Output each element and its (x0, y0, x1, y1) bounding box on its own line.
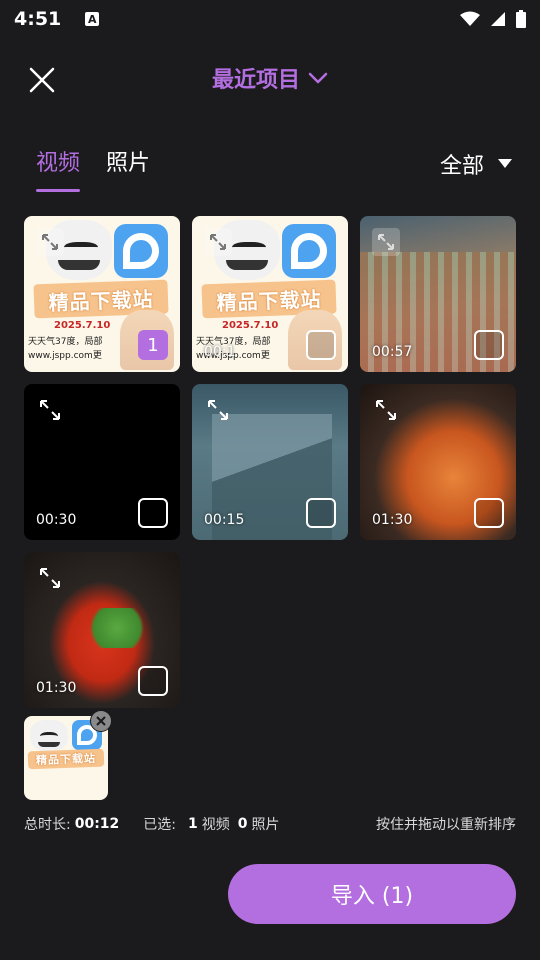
media-tabs: 视频 照片 (36, 146, 150, 194)
close-icon (96, 716, 106, 726)
duration-label: 00:15 (204, 512, 245, 528)
selection-summary: 总时长: 00:12 已选: 1 视频 0 照片 按住并拖动以重新排序 (24, 814, 516, 834)
battery-icon (516, 10, 526, 28)
media-tile[interactable]: 00:15 (192, 384, 348, 540)
total-duration-value: 00:12 (74, 816, 120, 832)
album-selector[interactable]: 最近项目 (0, 50, 540, 106)
expand-button[interactable] (36, 564, 64, 592)
select-checkbox[interactable] (306, 330, 336, 360)
tab-videos[interactable]: 视频 (36, 146, 81, 192)
ad-banner-text: 精品下载站 (27, 748, 105, 770)
duration-label: 00:57 (372, 344, 413, 360)
expand-icon (378, 234, 394, 250)
filter-label: 全部 (439, 154, 484, 179)
media-grid: 精品下载站 2025.7.10 天天气37度，局部 www.jspp.com更 … (24, 216, 516, 708)
expand-button[interactable] (204, 396, 232, 424)
duration-label: 00:30 (36, 512, 77, 528)
expand-button[interactable] (372, 396, 400, 424)
reorder-hint: 按住并拖动以重新排序 (376, 817, 516, 833)
photo-count: 0 (237, 816, 248, 832)
duration-label: 01:30 (372, 512, 413, 528)
media-tile[interactable]: 01:30 (24, 552, 180, 708)
wifi-icon (460, 11, 480, 26)
tab-photos[interactable]: 照片 (106, 146, 150, 192)
expand-icon (376, 400, 396, 420)
duration-label: 01:30 (36, 680, 77, 696)
select-checkbox[interactable] (474, 498, 504, 528)
expand-button[interactable] (36, 396, 64, 424)
video-unit: 视频 (201, 817, 230, 833)
select-checkbox[interactable] (306, 498, 336, 528)
ad-weather-text: 天天气37度，局部 (28, 337, 103, 347)
video-count: 1 (188, 816, 198, 832)
expand-button[interactable] (372, 228, 400, 256)
expand-icon (210, 234, 226, 250)
media-tile[interactable]: 00:57 (360, 216, 516, 372)
photo-unit: 照片 (251, 817, 280, 833)
duration-label: 00:1 (204, 344, 236, 360)
select-checkbox[interactable] (138, 498, 168, 528)
media-tile[interactable]: 01:30 (360, 384, 516, 540)
selection-badge[interactable]: 1 (138, 330, 168, 360)
expand-icon (42, 234, 58, 250)
caret-down-icon (498, 159, 512, 168)
ad-date-text: 2025.7.10 (54, 320, 111, 331)
filter-dropdown[interactable]: 全部 (440, 146, 512, 182)
media-tile[interactable]: 精品下载站 2025.7.10 天天气37度，局部 www.jspp.com更 … (24, 216, 180, 372)
expand-icon (40, 400, 60, 420)
status-time: 4:51 (14, 8, 62, 30)
expand-icon (208, 400, 228, 420)
notification-icon: A (85, 12, 100, 26)
chevron-down-icon (308, 72, 328, 84)
status-bar: 4:51 A (0, 0, 540, 38)
p-logo-icon (282, 224, 336, 278)
select-checkbox[interactable] (474, 330, 504, 360)
ad-date-text: 2025.7.10 (222, 320, 279, 331)
media-tile[interactable]: 精品下载站 2025.7.10 天天气37度，局部 www.jspp.com更 … (192, 216, 348, 372)
total-duration-label: 总时长: (24, 817, 71, 833)
selected-label: 已选: (143, 817, 177, 833)
ad-site-text: www.jspp.com更 (28, 351, 102, 361)
select-checkbox[interactable] (138, 666, 168, 696)
album-title: 最近项目 (211, 68, 300, 93)
header: 最近项目 (0, 50, 540, 106)
p-logo-icon (114, 224, 168, 278)
expand-icon (40, 568, 60, 588)
import-button[interactable]: 导入 (1) (228, 864, 516, 924)
expand-button[interactable] (36, 228, 64, 256)
status-icons (460, 10, 526, 28)
media-tile[interactable]: 00:30 (24, 384, 180, 540)
expand-button[interactable] (204, 228, 232, 256)
meme-face-image (30, 720, 68, 752)
remove-selected-button[interactable] (90, 710, 112, 732)
selected-items-strip: 精品下载站 (24, 710, 112, 800)
signal-icon (491, 12, 505, 26)
